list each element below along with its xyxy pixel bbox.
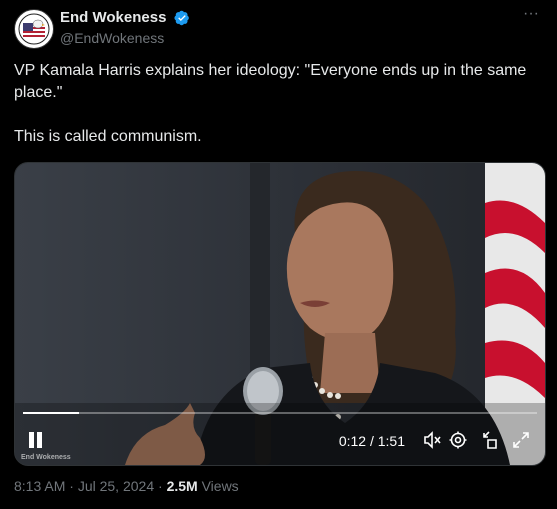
views-label: Views: [201, 478, 239, 494]
video-controls: 0:12 / 1:51: [15, 425, 545, 457]
video-progress-fill: [23, 412, 79, 414]
settings-icon[interactable]: [448, 430, 468, 450]
meta-separator: ·: [69, 478, 74, 494]
video-player[interactable]: 0:12 / 1:51 End Wokeness: [14, 162, 546, 466]
tweet-header: End Wokeness @EndWokeness ···: [14, 6, 543, 49]
verified-badge-icon: [174, 10, 189, 25]
tweet-text-line: VP Kamala Harris explains her ideology: …: [14, 62, 527, 101]
meta-separator: ·: [158, 478, 163, 494]
tweet-date[interactable]: Jul 25, 2024: [78, 478, 154, 494]
display-name[interactable]: End Wokeness: [60, 9, 166, 26]
mute-icon[interactable]: [422, 430, 442, 450]
pause-icon[interactable]: [27, 431, 45, 449]
more-options-icon[interactable]: ···: [519, 6, 543, 27]
video-progress-bar[interactable]: [23, 412, 537, 414]
bald-eagle-flag-logo-icon: [16, 11, 52, 47]
tweet-meta: 8:13 AM · Jul 25, 2024 · 2.5M Views: [14, 478, 239, 494]
views-count: 2.5M: [166, 478, 198, 494]
video-time: 0:12 / 1:51: [338, 433, 405, 449]
fullscreen-icon[interactable]: [511, 430, 531, 450]
tweet-text: VP Kamala Harris explains her ideology: …: [14, 60, 544, 148]
video-watermark: End Wokeness: [21, 454, 71, 461]
video-frame: [15, 163, 545, 465]
minimize-icon[interactable]: [480, 430, 500, 450]
tweet-text-line: This is called communism.: [14, 128, 202, 145]
handle[interactable]: @EndWokeness: [60, 30, 190, 46]
tweet-time[interactable]: 8:13 AM: [14, 478, 65, 494]
avatar[interactable]: [14, 9, 54, 49]
